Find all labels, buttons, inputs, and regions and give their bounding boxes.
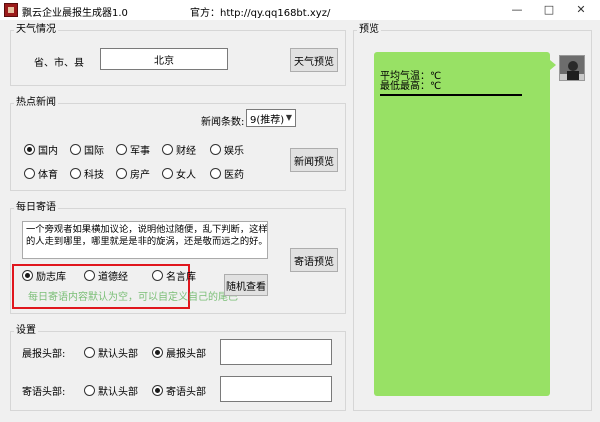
random-view-button[interactable]: 随机查看 — [224, 274, 268, 296]
radio-circle-icon — [116, 168, 127, 179]
morning-header-radio-1[interactable]: 晨报头部 — [152, 345, 206, 360]
daily-group-title: 每日寄语 — [14, 202, 58, 214]
preview-line-2: 最低最高：℃ — [380, 81, 442, 92]
chevron-down-icon: ▼ — [285, 113, 292, 122]
radio-circle-icon — [162, 168, 173, 179]
daily-header-input[interactable] — [220, 376, 332, 402]
daily-source-radio-2-label: 名言库 — [166, 272, 196, 283]
daily-hint: 每日寄语内容默认为空，可以自定义自己的尾巴 — [28, 292, 238, 303]
news-radio-1[interactable]: 国际 — [70, 142, 104, 157]
news-radio-6[interactable]: 科技 — [70, 166, 104, 181]
radio-circle-icon — [22, 270, 33, 281]
avatar — [559, 55, 585, 81]
weather-group-title: 天气情况 — [14, 24, 58, 36]
daily-message-line-2: 的人走到哪里，哪里就是是非的旋涡，还是敬而远之的好。 — [26, 236, 268, 247]
radio-circle-icon — [210, 144, 221, 155]
radio-circle-icon — [152, 347, 163, 358]
title-bar: 飘云企业晨报生成器1.0 官方：http://qy.qq168bt.xyz/ —… — [0, 0, 600, 20]
maximize-icon[interactable]: □ — [534, 0, 564, 20]
news-preview-button[interactable]: 新闻预览 — [290, 148, 338, 172]
location-input[interactable]: 北京 — [100, 48, 228, 70]
news-count-select[interactable]: 9(推荐) ▼ — [246, 109, 296, 127]
daily-header-radio-0-label: 默认头部 — [98, 387, 138, 398]
news-radio-5[interactable]: 体育 — [24, 166, 58, 181]
daily-source-radio-1-label: 道德经 — [98, 272, 128, 283]
radio-circle-icon — [84, 347, 95, 358]
daily-source-radio-0-label: 励志库 — [36, 272, 66, 283]
news-radio-8-label: 女人 — [176, 170, 196, 181]
radio-circle-icon — [84, 270, 95, 281]
daily-header-radio-0[interactable]: 默认头部 — [84, 383, 138, 398]
official-url[interactable]: 官方：http://qy.qq168bt.xyz/ — [190, 4, 330, 19]
daily-header-radio-1-label: 寄语头部 — [166, 387, 206, 398]
weather-preview-button[interactable]: 天气预览 — [290, 48, 338, 72]
bubble-tail — [550, 60, 556, 70]
news-radio-1-label: 国际 — [84, 146, 104, 157]
daily-message-textarea[interactable]: 一个旁观者如果横加议论，说明他过随便，乱下判断，这样 的人走到哪里，哪里就是是非… — [22, 221, 268, 259]
radio-circle-icon — [152, 385, 163, 396]
news-radio-5-label: 体育 — [38, 170, 58, 181]
daily-header-label: 寄语头部: — [22, 387, 66, 398]
close-icon[interactable]: ✕ — [566, 0, 596, 20]
radio-circle-icon — [70, 168, 81, 179]
news-radio-7-label: 房产 — [130, 170, 150, 181]
morning-header-radio-0-label: 默认头部 — [98, 349, 138, 360]
morning-header-label: 晨报头部: — [22, 349, 66, 360]
morning-header-input[interactable] — [220, 339, 332, 365]
news-radio-9[interactable]: 医药 — [210, 166, 244, 181]
daily-preview-button[interactable]: 寄语预览 — [290, 248, 338, 272]
news-radio-7[interactable]: 房产 — [116, 166, 150, 181]
window-title: 飘云企业晨报生成器1.0 — [22, 8, 128, 19]
news-radio-4[interactable]: 娱乐 — [210, 142, 244, 157]
news-count-value: 9(推荐) — [250, 114, 285, 126]
news-group-title: 热点新闻 — [14, 97, 58, 109]
daily-header-radio-1[interactable]: 寄语头部 — [152, 383, 206, 398]
news-radio-2-label: 军事 — [130, 146, 150, 157]
news-radio-8[interactable]: 女人 — [162, 166, 196, 181]
news-radio-3-label: 财经 — [176, 146, 196, 157]
settings-group-title: 设置 — [14, 325, 38, 337]
news-radio-6-label: 科技 — [84, 170, 104, 181]
location-label: 省、市、县 — [34, 58, 84, 69]
morning-header-radio-0[interactable]: 默认头部 — [84, 345, 138, 360]
news-radio-9-label: 医药 — [224, 170, 244, 181]
app-icon — [4, 3, 18, 17]
news-radio-2[interactable]: 军事 — [116, 142, 150, 157]
preview-bubble — [374, 52, 550, 396]
daily-source-radio-1[interactable]: 道德经 — [84, 268, 128, 283]
morning-header-radio-1-label: 晨报头部 — [166, 349, 206, 360]
radio-circle-icon — [70, 144, 81, 155]
radio-circle-icon — [24, 144, 35, 155]
news-radio-3[interactable]: 财经 — [162, 142, 196, 157]
radio-circle-icon — [84, 385, 95, 396]
news-radio-4-label: 娱乐 — [224, 146, 244, 157]
news-radio-0[interactable]: 国内 — [24, 142, 58, 157]
radio-circle-icon — [24, 168, 35, 179]
news-count-label: 新闻条数: — [201, 117, 245, 128]
minimize-icon[interactable]: — — [502, 0, 532, 20]
preview-group-title: 预览 — [357, 24, 381, 36]
radio-circle-icon — [116, 144, 127, 155]
news-radio-0-label: 国内 — [38, 146, 58, 157]
daily-message-line-1: 一个旁观者如果横加议论，说明他过随便，乱下判断，这样 — [26, 224, 268, 235]
radio-circle-icon — [210, 168, 221, 179]
preview-divider — [380, 94, 522, 96]
daily-source-radio-2[interactable]: 名言库 — [152, 268, 196, 283]
radio-circle-icon — [152, 270, 163, 281]
radio-circle-icon — [162, 144, 173, 155]
daily-source-radio-0[interactable]: 励志库 — [22, 268, 66, 283]
